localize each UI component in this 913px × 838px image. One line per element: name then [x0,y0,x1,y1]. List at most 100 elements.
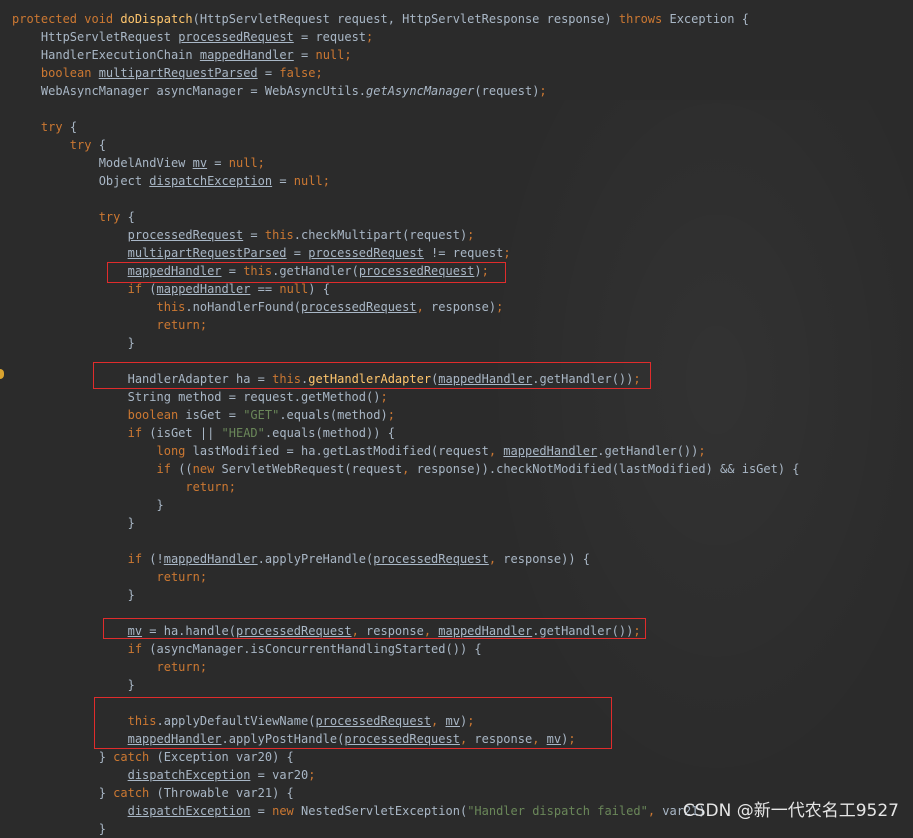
code-line[interactable]: try { [12,118,800,136]
code-line[interactable]: return; [12,478,800,496]
code-line[interactable]: return; [12,316,800,334]
code-token: = [207,156,229,170]
code-token: , [402,462,417,476]
code-token: dispatchException [127,804,251,818]
code-line[interactable]: if (!mappedHandler.applyPreHandle(proces… [12,550,800,568]
code-line[interactable]: if (asyncManager.isConcurrentHandlingSta… [12,640,800,658]
code-line[interactable] [12,190,800,208]
code-line[interactable]: if ((new ServletWebRequest(request, resp… [12,460,800,478]
code-token: .equals(method) [279,408,388,422]
code-token: if [127,426,150,440]
code-token: catch [113,786,157,800]
code-token: } [98,750,114,764]
code-token: doDispatch [120,12,193,26]
code-line[interactable]: } catch (Throwable var21) { [12,784,800,802]
code-line[interactable]: try { [12,208,800,226]
code-token: response)).checkNotModified(lastModified… [416,462,800,476]
code-token: return; [185,480,236,494]
code-line[interactable]: HandlerExecutionChain mappedHandler = nu… [12,46,800,64]
code-token: new [192,462,222,476]
highlight-box-get-handler [107,262,506,283]
code-line[interactable]: Object dispatchException = null; [12,172,800,190]
code-token: (Exception var20) { [156,750,294,764]
code-token: (asyncManager.isConcurrentHandlingStarte… [149,642,482,656]
code-line[interactable] [12,100,800,118]
code-line[interactable]: HttpServletRequest processedRequest = re… [12,28,800,46]
code-token: new [272,804,302,818]
code-line[interactable]: ModelAndView mv = null; [12,154,800,172]
code-token: ; [366,30,374,44]
code-token: ; [503,246,511,260]
code-token: } [156,498,164,512]
code-line[interactable]: multipartRequestParsed = processedReques… [12,244,800,262]
code-token: = [257,66,280,80]
code-token: Exception { [669,12,749,26]
code-token: mv [192,156,208,170]
code-token: { [127,210,135,224]
code-token: ; [496,300,504,314]
code-token: == [250,282,280,296]
code-token: "GET" [243,408,280,422]
code-line[interactable]: processedRequest = this.checkMultipart(r… [12,226,800,244]
highlight-box-post-handle [94,697,612,749]
code-line[interactable]: } [12,676,800,694]
code-token: if [127,642,150,656]
code-line[interactable]: return; [12,658,800,676]
code-token: processedRequest [127,228,244,242]
highlight-box-handler-adapter [93,362,651,389]
code-token: ; [539,84,547,98]
code-line[interactable]: boolean multipartRequestParsed = false; [12,64,800,82]
code-line[interactable]: WebAsyncManager asyncManager = WebAsyncU… [12,82,800,100]
code-token: mappedHandler [199,48,294,62]
code-line[interactable]: } [12,496,800,514]
code-token: null [279,282,309,296]
code-token: return; [156,570,208,584]
code-line[interactable]: long lastModified = ha.getLastModified(r… [12,442,800,460]
code-token: , [647,804,663,818]
code-token: catch [113,750,157,764]
code-token: != request [423,246,504,260]
code-token: { [98,138,106,152]
code-token: try [98,210,128,224]
code-line[interactable]: } [12,820,800,838]
code-line[interactable]: } [12,334,800,352]
code-line[interactable]: protected void doDispatch(HttpServletReq… [12,10,800,28]
code-line[interactable]: dispatchException = new NestedServletExc… [12,802,800,820]
code-line[interactable]: return; [12,568,800,586]
code-token: ) { [308,282,330,296]
code-line[interactable]: } catch (Exception var20) { [12,748,800,766]
code-line[interactable]: boolean isGet = "GET".equals(method); [12,406,800,424]
code-line[interactable]: dispatchException = var20; [12,766,800,784]
gutter-marker-icon[interactable] [0,369,4,379]
code-token: multipartRequestParsed [98,66,258,80]
code-line[interactable]: try { [12,136,800,154]
code-token: this [156,300,186,314]
code-token: .noHandlerFound( [185,300,301,314]
code-token: null; [293,174,330,188]
code-line[interactable]: if (isGet || "HEAD".equals(method)) { [12,424,800,442]
code-line[interactable]: String method = request.getMethod(); [12,388,800,406]
code-token: ModelAndView [98,156,193,170]
code-line[interactable]: this.noHandlerFound(processedRequest, re… [12,298,800,316]
code-token: dispatchException [149,174,273,188]
code-line[interactable]: } [12,514,800,532]
code-line[interactable] [12,532,800,550]
code-line[interactable]: } [12,586,800,604]
code-token: .checkMultipart(request) [293,228,468,242]
code-token: } [127,588,135,602]
code-token: return; [156,660,208,674]
